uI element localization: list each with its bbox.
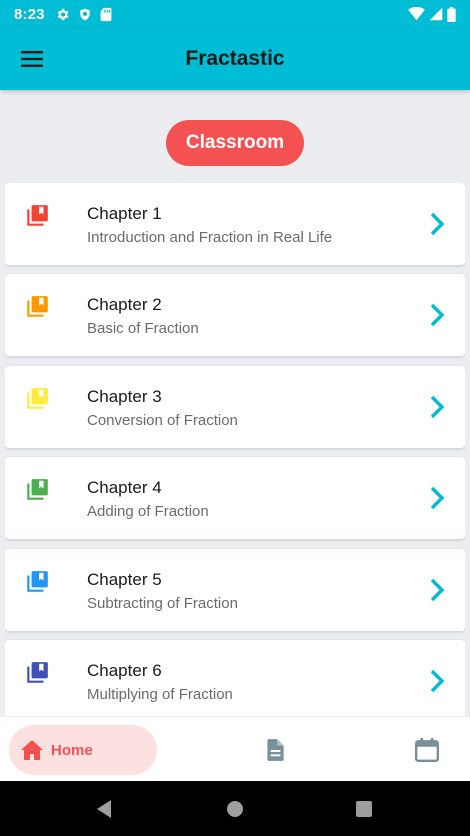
chapter-title: Chapter 1 — [87, 204, 162, 223]
chevron-right-icon — [430, 303, 445, 327]
chevron-right-icon — [430, 486, 445, 510]
bottom-nav: Home — [0, 716, 470, 781]
chapter-subtitle: Subtracting of Fraction — [87, 595, 238, 612]
status-bar: 8:23 — [0, 0, 470, 28]
book-icon — [27, 662, 48, 683]
chapter-list: Chapter 1 Introduction and Fraction in R… — [5, 183, 465, 716]
chapter-subtitle: Basic of Fraction — [87, 320, 199, 337]
chapter-title: Chapter 3 — [87, 387, 162, 406]
chapter-title: Chapter 5 — [87, 570, 162, 589]
document-icon[interactable] — [262, 737, 288, 763]
chapter-subtitle: Conversion of Fraction — [87, 412, 238, 429]
home-icon — [21, 740, 43, 760]
chapter-subtitle: Introduction and Fraction in Real Life — [87, 229, 333, 246]
battery-icon — [447, 6, 456, 22]
chevron-right-icon — [430, 578, 445, 602]
chapter-title: Chapter 4 — [87, 478, 162, 497]
chapter-card-5[interactable]: Chapter 5 Subtracting of Fraction — [5, 549, 465, 631]
calendar-icon[interactable] — [414, 737, 440, 763]
chapter-subtitle: Adding of Fraction — [87, 503, 209, 520]
chapter-card-4[interactable]: Chapter 4 Adding of Fraction — [5, 457, 465, 539]
system-nav-bar — [0, 781, 470, 836]
shield-icon — [80, 8, 90, 20]
chapter-card-3[interactable]: Chapter 3 Conversion of Fraction — [5, 366, 465, 448]
wifi-icon — [408, 7, 425, 21]
settings-icon — [57, 8, 69, 20]
chapter-title: Chapter 2 — [87, 295, 162, 314]
hamburger-menu-icon — [21, 51, 43, 67]
recents-icon[interactable] — [356, 801, 372, 817]
classroom-button[interactable]: Classroom — [166, 120, 304, 166]
home-circle-icon[interactable] — [227, 801, 243, 817]
status-time: 8:23 — [14, 5, 45, 23]
chapter-card-2[interactable]: Chapter 2 Basic of Fraction — [5, 274, 465, 356]
chevron-right-icon — [430, 212, 445, 236]
chevron-right-icon — [430, 395, 445, 419]
book-icon — [27, 388, 48, 409]
chapter-subtitle: Multiplying of Fraction — [87, 686, 233, 703]
chapter-card-6[interactable]: Chapter 6 Multiplying of Fraction — [5, 640, 465, 716]
app-title: Fractastic — [185, 47, 285, 70]
app-bar: Fractastic — [0, 28, 470, 90]
sd-card-icon — [100, 7, 112, 21]
back-icon[interactable] — [95, 799, 113, 819]
chapter-card-1[interactable]: Chapter 1 Introduction and Fraction in R… — [5, 183, 465, 265]
menu-button[interactable] — [0, 28, 64, 90]
chevron-right-icon — [430, 669, 445, 693]
book-icon — [27, 479, 48, 500]
signal-icon — [429, 7, 443, 21]
book-icon — [27, 571, 48, 592]
nav-home-tab[interactable]: Home — [9, 725, 157, 775]
book-icon — [27, 205, 48, 226]
nav-home-label: Home — [51, 741, 93, 759]
chapter-title: Chapter 6 — [87, 661, 162, 680]
book-icon — [27, 296, 48, 317]
